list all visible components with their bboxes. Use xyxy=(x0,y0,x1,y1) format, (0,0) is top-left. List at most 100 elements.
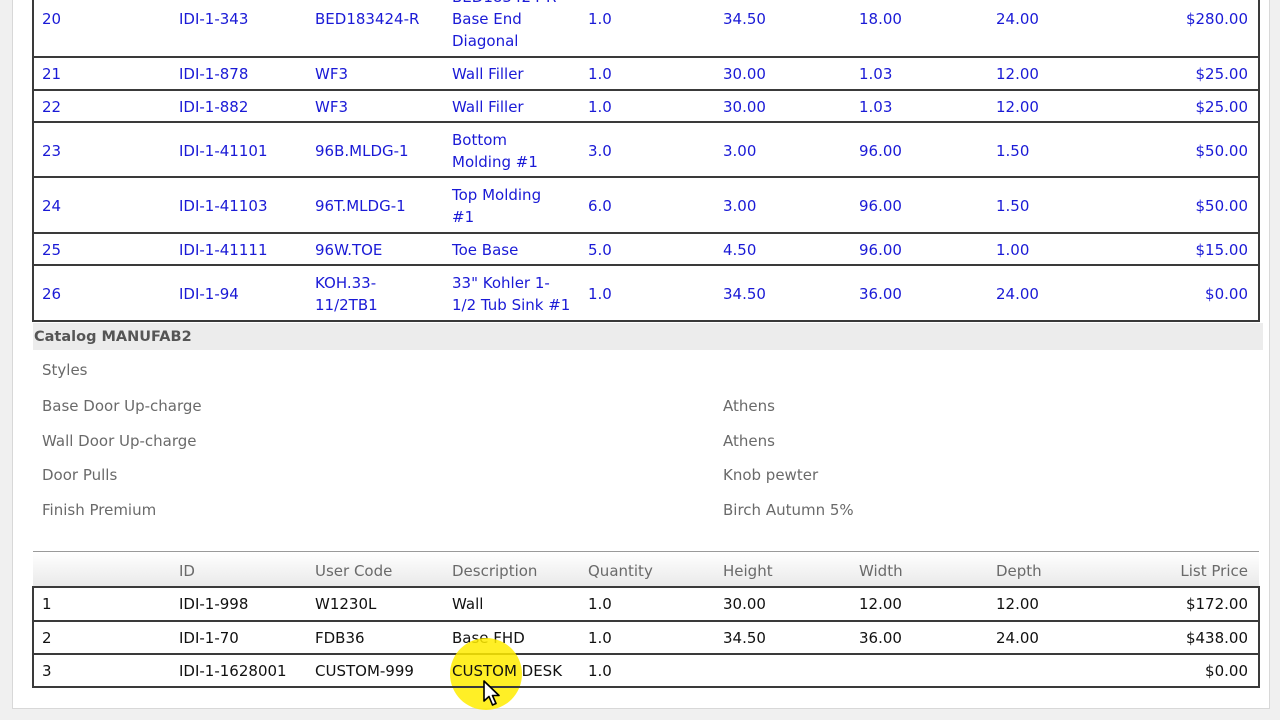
user-code: 96B.MLDG-1 xyxy=(315,142,409,160)
row-number: 24 xyxy=(42,197,62,215)
user-code: BED183424-R xyxy=(315,10,420,28)
width: 1.03 xyxy=(859,65,893,83)
styles-label: Styles xyxy=(42,361,88,379)
row-divider xyxy=(33,686,1259,688)
depth: 24.00 xyxy=(996,629,1039,647)
option-label: Finish Premium xyxy=(42,501,157,519)
item-id: IDI-1-94 xyxy=(179,285,239,303)
user-code: WF3 xyxy=(315,65,349,83)
quantity: 1.0 xyxy=(588,10,612,28)
list-price: $25.00 xyxy=(1195,65,1249,83)
width: 12.00 xyxy=(859,595,902,613)
list-price: $25.00 xyxy=(1195,98,1249,116)
quantity: 1.0 xyxy=(588,98,612,116)
description: Wall Filler xyxy=(452,65,524,83)
column-header-id[interactable]: ID xyxy=(179,560,195,582)
depth: 12.00 xyxy=(996,65,1039,83)
height: 34.50 xyxy=(723,629,766,647)
depth: 1.50 xyxy=(996,142,1030,160)
row-number: 22 xyxy=(42,98,62,116)
row-number: 21 xyxy=(42,65,62,83)
item-id: IDI-1-878 xyxy=(179,65,249,83)
table-row[interactable]: 26 IDI-1-94 KOH.33- 11/2TB1 33" Kohler 1… xyxy=(33,266,1259,320)
item-id: IDI-1-882 xyxy=(179,98,249,116)
depth: 1.00 xyxy=(996,241,1030,259)
width: 96.00 xyxy=(859,142,902,160)
option-label: Base Door Up-charge xyxy=(42,397,202,415)
user-code: WF3 xyxy=(315,98,349,116)
item-id: IDI-1-1628001 xyxy=(179,662,287,680)
height: 34.50 xyxy=(723,10,766,28)
quantity: 1.0 xyxy=(588,65,612,83)
table-row[interactable]: 3 IDI-1-1628001 CUSTOM-999 CUSTOM DESK 1… xyxy=(33,655,1259,686)
user-code: W1230L xyxy=(315,595,377,613)
description: Wall xyxy=(452,595,484,613)
row-number: 25 xyxy=(42,241,62,259)
list-price: $172.00 xyxy=(1185,595,1248,613)
list-price: $0.00 xyxy=(1205,662,1248,680)
height: 30.00 xyxy=(723,595,766,613)
column-header-height[interactable]: Height xyxy=(723,560,773,582)
column-header-width[interactable]: Width xyxy=(859,560,903,582)
quantity: 3.0 xyxy=(588,142,612,160)
height: 34.50 xyxy=(723,285,766,303)
depth: 12.00 xyxy=(996,595,1039,613)
table-row[interactable]: 23 IDI-1-41101 96B.MLDG-1 Bottom Molding… xyxy=(33,123,1259,176)
table-row[interactable]: 1 IDI-1-998 W1230L Wall 1.0 30.00 12.00 … xyxy=(33,588,1259,620)
item-id: IDI-1-41101 xyxy=(179,142,268,160)
column-header-depth[interactable]: Depth xyxy=(996,560,1042,582)
column-header-description[interactable]: Description xyxy=(452,560,537,582)
depth: 24.00 xyxy=(996,285,1039,303)
table-row[interactable]: 24 IDI-1-41103 96T.MLDG-1 Top Molding #1… xyxy=(33,178,1259,232)
list-price: $438.00 xyxy=(1185,629,1248,647)
height: 3.00 xyxy=(723,142,757,160)
row-number: 23 xyxy=(42,142,62,160)
option-value: Athens xyxy=(723,397,775,415)
column-header-quantity[interactable]: Quantity xyxy=(588,560,653,582)
option-label: Wall Door Up-charge xyxy=(42,432,197,450)
table-row[interactable]: 25 IDI-1-41111 96W.TOE Toe Base 5.0 4.50… xyxy=(33,234,1259,264)
description: Bottom Molding #1 xyxy=(452,131,538,171)
row-number: 26 xyxy=(42,285,62,303)
list-price: $0.00 xyxy=(1205,285,1248,303)
column-header-user-code[interactable]: User Code xyxy=(315,560,392,582)
item-id: IDI-1-343 xyxy=(179,10,249,28)
table-row[interactable]: 21 IDI-1-878 WF3 Wall Filler 1.0 30.00 1… xyxy=(33,58,1259,89)
quantity: 1.0 xyxy=(588,285,612,303)
table-left-border xyxy=(32,0,34,322)
width: 18.00 xyxy=(859,10,902,28)
table-row[interactable]: 2 IDI-1-70 FDB36 Base FHD 1.0 34.50 36.0… xyxy=(33,622,1259,653)
height: 30.00 xyxy=(723,65,766,83)
option-value: Athens xyxy=(723,432,775,450)
table-right-border xyxy=(1258,586,1260,688)
list-price: $50.00 xyxy=(1195,142,1249,160)
table-row[interactable]: 20 IDI-1-343 BED183424-R BED183424-R Bas… xyxy=(33,0,1259,56)
row-number: 2 xyxy=(42,629,52,647)
column-header-list-price[interactable]: List Price xyxy=(1180,560,1248,582)
height: 4.50 xyxy=(723,241,757,259)
height: 3.00 xyxy=(723,197,757,215)
row-divider xyxy=(33,320,1259,322)
table-row[interactable]: 22 IDI-1-882 WF3 Wall Filler 1.0 30.00 1… xyxy=(33,91,1259,121)
description: Wall Filler xyxy=(452,98,524,116)
list-price: $15.00 xyxy=(1195,241,1249,259)
table-header-row: ID User Code Description Quantity Height… xyxy=(33,551,1259,587)
depth: 1.50 xyxy=(996,197,1030,215)
quantity: 6.0 xyxy=(588,197,612,215)
quantity: 5.0 xyxy=(588,241,612,259)
catalog-header: Catalog MANUFAB2 xyxy=(33,323,1263,350)
table-right-border xyxy=(1258,0,1260,322)
option-value: Knob pewter xyxy=(723,466,819,484)
quantity: 1.0 xyxy=(588,629,612,647)
depth: 24.00 xyxy=(996,10,1039,28)
description: CUSTOM DESK xyxy=(452,662,563,680)
list-price: $50.00 xyxy=(1195,197,1249,215)
catalog-title: Catalog MANUFAB2 xyxy=(34,329,192,345)
item-id: IDI-1-41111 xyxy=(179,241,268,259)
width: 96.00 xyxy=(859,197,902,215)
list-price: $280.00 xyxy=(1185,10,1248,28)
user-code: CUSTOM-999 xyxy=(315,662,414,680)
item-id: IDI-1-70 xyxy=(179,629,239,647)
table-left-border xyxy=(32,586,34,688)
width: 96.00 xyxy=(859,241,902,259)
